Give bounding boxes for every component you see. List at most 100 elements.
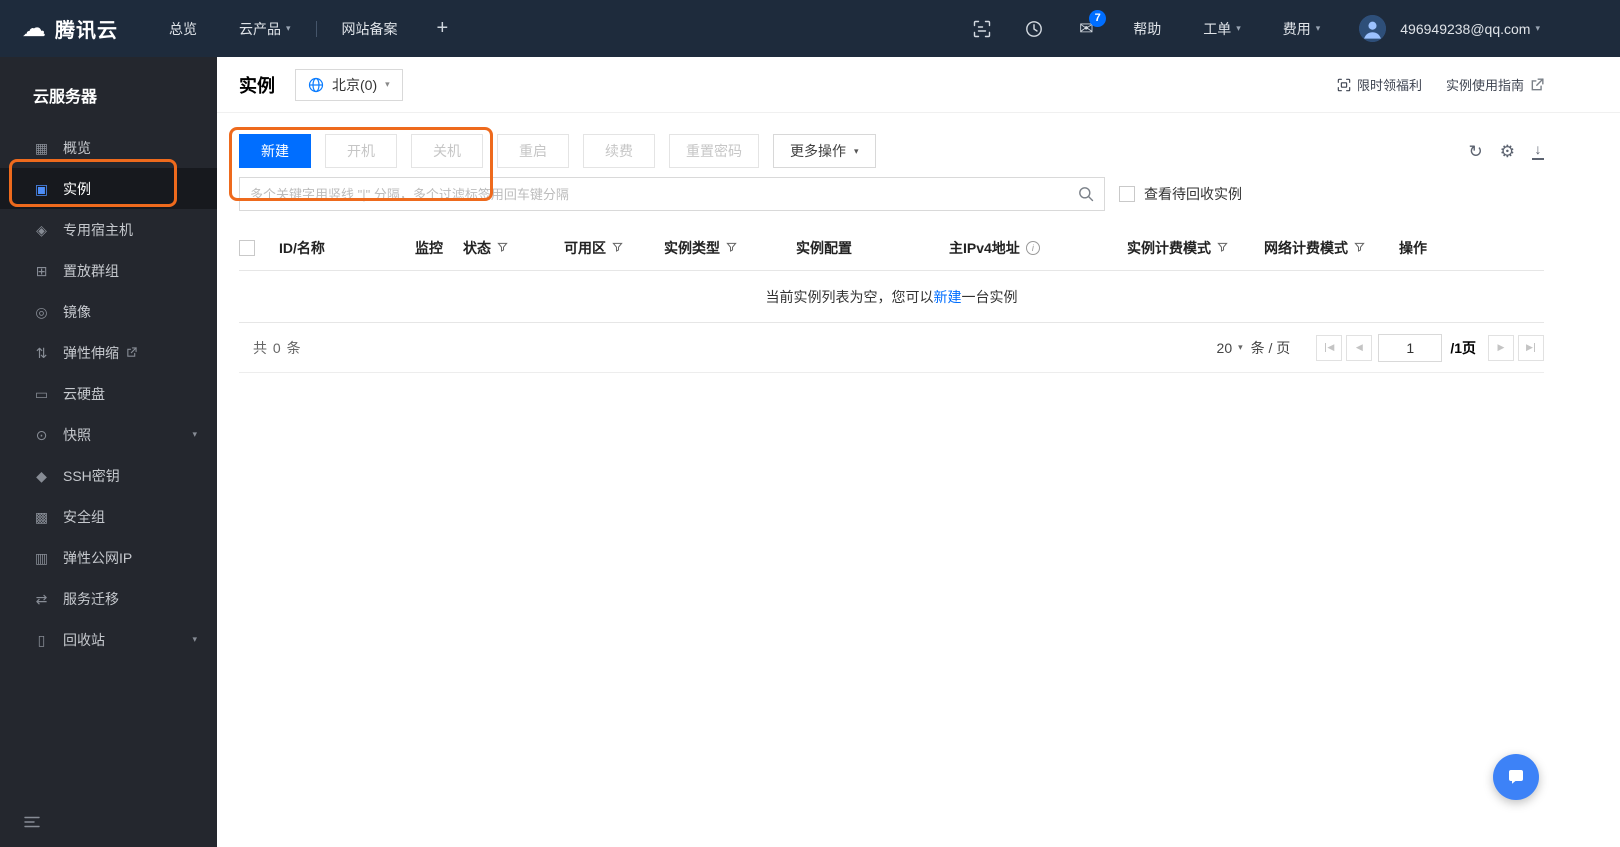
message-count-badge: 7 [1089,10,1107,27]
account-menu[interactable]: 496949238@qq.com ▾ [1341,0,1550,57]
account-email: 496949238@qq.com [1400,20,1531,37]
shutdown-button[interactable]: 关机 [411,134,483,168]
sidebar-item-instances[interactable]: ▣ 实例 [0,168,217,209]
instance-guide-link[interactable]: 实例使用指南 [1446,75,1544,94]
history-clock-icon[interactable] [1008,0,1060,57]
limited-time-benefit-link[interactable]: 限时领福利 [1337,75,1422,94]
col-network-billing-mode: 网络计费模式 [1264,238,1399,258]
sidebar-item-auto-scaling[interactable]: ⇅ 弹性伸缩 [0,332,217,373]
table-footer: 共 0 条 20 ▾ 条 / 页 ◀ ◀ /1页 ▶ [239,323,1544,373]
region-label: 北京(0) [332,76,378,93]
table-header: ID/名称 监控 状态 可用区 实例类型 实例配置 主IPv4地址 i 实例计费… [239,225,1544,271]
start-button[interactable]: 开机 [325,134,397,168]
messages-mail-icon[interactable]: ✉ 7 [1060,0,1112,57]
sidebar-item-elastic-public-ip[interactable]: ▥ 弹性公网IP [0,537,217,578]
sidebar-item-dedicated-hosts[interactable]: ◈ 专用宿主机 [0,209,217,250]
nav-overview[interactable]: 总览 [148,0,218,57]
col-monitor: 监控 [415,238,463,258]
sidebar-item-snapshots[interactable]: ⊙ 快照 ▾ [0,414,217,455]
sidebar-item-cloud-disks[interactable]: ▭ 云硬盘 [0,373,217,414]
first-page-button[interactable]: ◀ [1316,334,1343,361]
collapse-sidebar-button[interactable] [24,815,40,833]
last-page-icon: ▶ [1526,342,1533,352]
nav-help[interactable]: 帮助 [1112,0,1182,57]
sidebar-item-label: 快照 [63,426,91,443]
search-input[interactable] [250,186,1078,202]
col-label: 实例配置 [796,239,852,256]
sidebar-item-label: 置放群组 [63,262,119,279]
nav-ticket-label: 工单 [1203,20,1232,37]
refresh-icon[interactable]: ↻ [1469,143,1483,160]
more-actions-label: 更多操作 [790,143,846,159]
info-icon[interactable]: i [1025,240,1040,255]
page-size-select[interactable]: 20 ▾ [1217,340,1243,356]
ssh-key-icon: ◆ [36,467,47,484]
col-instance-billing-mode: 实例计费模式 [1127,238,1264,258]
sidebar-item-label: 云硬盘 [63,385,105,402]
sidebar-item-overview[interactable]: ▦ 概览 [0,127,217,168]
sidebar-item-label: 回收站 [63,631,105,648]
per-page-label: 条 / 页 [1250,339,1291,356]
external-link-icon [126,345,137,361]
sidebar-item-label: 镜像 [63,303,91,320]
restart-button[interactable]: 重启 [497,134,569,168]
pagination-area: 20 ▾ 条 / 页 ◀ ◀ /1页 ▶ [1217,333,1544,362]
sidebar-item-service-migration[interactable]: ⇄ 服务迁移 [0,578,217,619]
last-page-button[interactable]: ▶ [1518,334,1544,361]
console-shortcut-icon[interactable] [956,0,1008,57]
col-id-name: ID/名称 [279,238,415,258]
sidebar-item-placement-groups[interactable]: ⊞ 置放群组 [0,250,217,291]
sidebar-item-images[interactable]: ◎ 镜像 [0,291,217,332]
add-nav-button[interactable]: + [419,0,467,57]
search-icon[interactable] [1078,186,1094,202]
tencent-cloud-brand[interactable]: ☁ 腾讯云 [0,14,148,43]
nav-ticket[interactable]: 工单 ▾ [1182,0,1262,57]
nav-billing[interactable]: 费用 ▾ [1262,0,1342,57]
sidebar-item-security-groups[interactable]: ▩ 安全组 [0,496,217,537]
brand-name: 腾讯云 [55,20,118,42]
chevron-down-icon: ▾ [286,23,291,33]
col-label: ID/名称 [279,239,325,256]
col-label: 实例类型 [664,239,720,256]
col-instance-config: 实例配置 [796,238,949,258]
filter-icon[interactable] [1354,242,1365,253]
create-button[interactable]: 新建 [239,134,311,168]
sidebar-item-recycle-bin[interactable]: ▯ 回收站 ▾ [0,619,217,660]
more-actions-button[interactable]: 更多操作 ▾ [773,134,876,168]
next-page-button[interactable]: ▶ [1488,334,1514,361]
migration-icon: ⇄ [35,590,48,607]
sidebar-item-label: 服务迁移 [63,590,119,607]
filter-icon[interactable] [1217,242,1228,253]
chat-support-button[interactable] [1493,754,1539,800]
settings-gear-icon[interactable]: ⚙ [1500,143,1515,160]
elastic-ip-icon: ▥ [34,549,49,566]
nav-help-label: 帮助 [1133,20,1162,37]
prev-page-button[interactable]: ◀ [1346,334,1373,361]
nav-billing-label: 费用 [1282,20,1311,37]
filter-icon[interactable] [497,242,508,253]
create-instance-link[interactable]: 新建 [934,287,962,307]
col-primary-ipv4: 主IPv4地址 i [949,238,1127,258]
renew-button[interactable]: 续费 [583,134,655,168]
page-number-input[interactable] [1378,333,1443,362]
next-page-icon: ▶ [1497,342,1505,352]
chevron-down-icon: ▾ [854,145,859,156]
col-availability-zone: 可用区 [564,238,664,258]
sidebar-item-label: 安全组 [63,508,105,525]
nav-website-filing[interactable]: 网站备案 [321,0,419,57]
benefit-icon [1337,78,1351,91]
nav-cloud-products[interactable]: 云产品 ▾ [218,0,312,57]
page-total-label: /1页 [1450,339,1476,356]
filter-icon[interactable] [726,242,737,253]
sidebar-item-ssh-keys[interactable]: ◆ SSH密钥 [0,455,217,496]
chevron-down-icon: ▾ [1238,342,1243,352]
select-all-checkbox[interactable] [239,239,255,256]
col-label: 操作 [1399,239,1427,256]
reset-password-button[interactable]: 重置密码 [669,134,759,168]
filter-icon[interactable] [612,242,623,253]
recycle-filter: 查看待回收实例 [1119,184,1242,204]
chevron-down-icon: ▾ [1535,23,1540,33]
download-icon[interactable]: ↓ [1532,142,1544,160]
region-selector[interactable]: 北京(0) ▾ [295,68,403,101]
recycle-checkbox[interactable] [1119,186,1135,202]
